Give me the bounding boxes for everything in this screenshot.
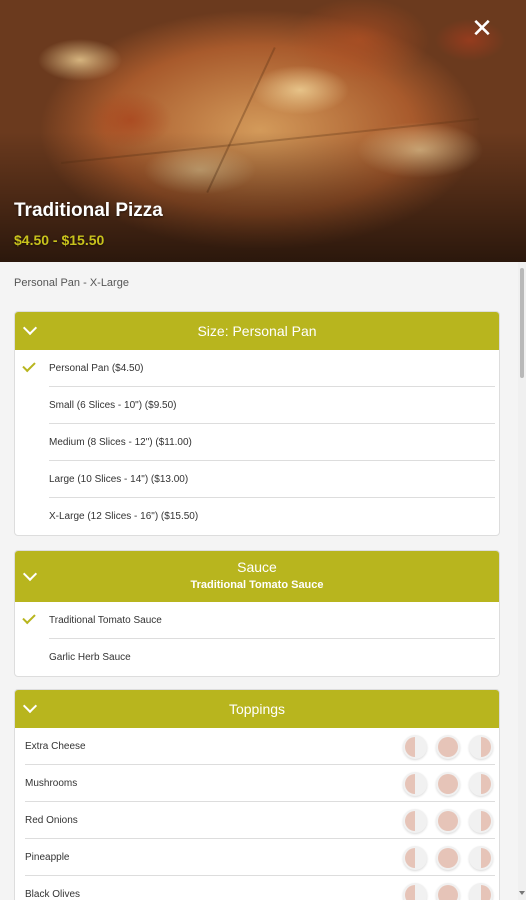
size-option[interactable]: Large (10 Slices - 14") ($13.00) [49,461,495,498]
sauce-group-title: Sauce [237,559,277,575]
toppings-group-header[interactable]: Toppings [15,690,499,728]
check-icon [22,610,36,625]
size-option[interactable]: X-Large (12 Slices - 16") ($15.50) [49,498,495,535]
left-half-topping-icon[interactable] [403,735,427,759]
sauce-group-selection: Traditional Tomato Sauce [190,579,324,591]
topping-row: Black Olives [25,876,495,900]
left-half-topping-icon[interactable] [403,772,427,796]
topping-label: Red Onions [25,815,78,826]
topping-row: Extra Cheese [25,728,495,765]
toppings-option-group: Toppings Extra Cheese Mushrooms Red Onio… [14,689,500,900]
left-half-topping-icon[interactable] [403,846,427,870]
whole-topping-icon[interactable] [436,846,460,870]
size-group-title: Size: Personal Pan [197,323,317,339]
item-price-range: $4.50 - $15.50 [14,232,105,248]
whole-topping-icon[interactable] [436,772,460,796]
size-option[interactable]: Small (6 Slices - 10") ($9.50) [49,387,495,424]
size-option-label: X-Large (12 Slices - 16") ($15.50) [49,511,199,522]
item-size-range: Personal Pan - X-Large [14,277,129,289]
sauce-option-group: Sauce Traditional Tomato Sauce Tradition… [14,550,500,677]
sauce-option[interactable]: Garlic Herb Sauce [49,639,495,676]
topping-label: Pineapple [25,852,70,863]
topping-label: Extra Cheese [25,741,86,752]
size-group-header[interactable]: Size: Personal Pan [15,312,499,350]
size-option[interactable]: Personal Pan ($4.50) [22,350,495,387]
size-option[interactable]: Medium (8 Slices - 12") ($11.00) [49,424,495,461]
toppings-group-title: Toppings [228,701,286,717]
right-half-topping-icon[interactable] [469,809,493,833]
left-half-topping-icon[interactable] [403,883,427,900]
topping-row: Red Onions [25,802,495,839]
right-half-topping-icon[interactable] [469,772,493,796]
chevron-down-icon [22,698,38,714]
scrollbar-thumb[interactable] [520,268,524,378]
sauce-option-label: Traditional Tomato Sauce [49,615,162,626]
size-option-label: Medium (8 Slices - 12") ($11.00) [49,437,192,448]
scroll-down-arrow-icon[interactable] [519,891,525,897]
item-title: Traditional Pizza [14,200,163,221]
sauce-option-list: Traditional Tomato Sauce Garlic Herb Sau… [15,602,499,676]
right-half-topping-icon[interactable] [469,846,493,870]
whole-topping-icon[interactable] [436,735,460,759]
chevron-down-icon [22,320,38,336]
sauce-option-label: Garlic Herb Sauce [49,652,131,663]
left-half-topping-icon[interactable] [403,809,427,833]
size-option-group: Size: Personal Pan Personal Pan ($4.50) … [14,311,500,536]
whole-topping-icon[interactable] [436,883,460,900]
sauce-option[interactable]: Traditional Tomato Sauce [22,602,495,639]
toppings-list: Extra Cheese Mushrooms Red Onions Pineap… [15,728,499,900]
close-icon[interactable]: ✕ [470,15,494,41]
item-hero-image: ✕ Traditional Pizza $4.50 - $15.50 [0,0,526,262]
topping-row: Pineapple [25,839,495,876]
size-option-list: Personal Pan ($4.50) Small (6 Slices - 1… [15,350,499,535]
topping-label: Black Olives [25,889,81,900]
topping-row: Mushrooms [25,765,495,802]
size-option-label: Large (10 Slices - 14") ($13.00) [49,474,189,485]
size-option-label: Personal Pan ($4.50) [49,363,144,374]
topping-label: Mushrooms [25,778,78,789]
sauce-group-header[interactable]: Sauce Traditional Tomato Sauce [15,551,499,602]
right-half-topping-icon[interactable] [469,735,493,759]
size-option-label: Small (6 Slices - 10") ($9.50) [49,400,177,411]
right-half-topping-icon[interactable] [469,883,493,900]
check-icon [22,358,36,373]
whole-topping-icon[interactable] [436,809,460,833]
